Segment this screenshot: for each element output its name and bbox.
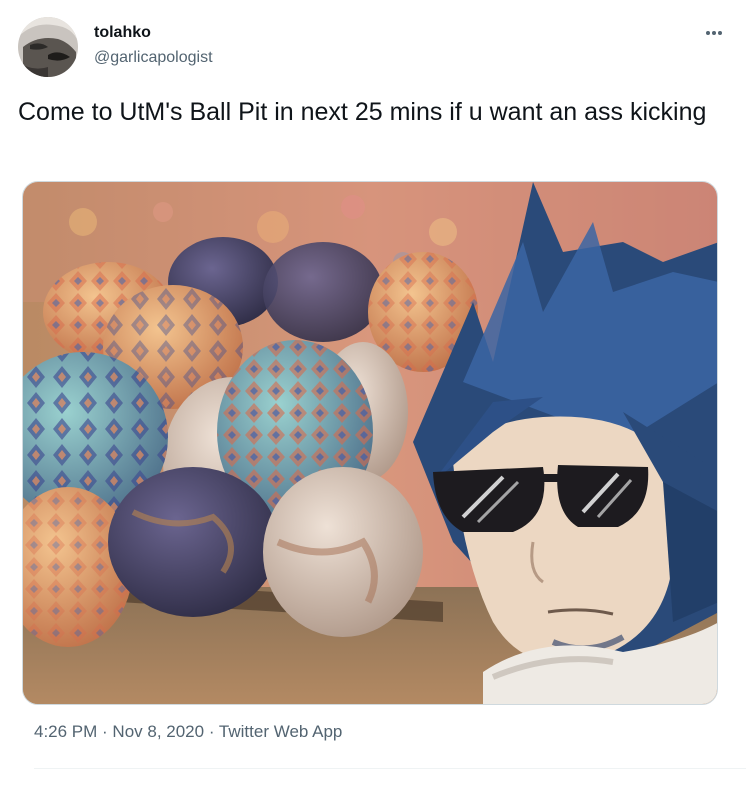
- more-options-button[interactable]: [697, 20, 731, 46]
- meta-separator: ·: [97, 722, 113, 741]
- tweet-text: Come to UtM's Ball Pit in next 25 mins i…: [18, 98, 707, 126]
- tweet-metadata: 4:26 PM · Nov 8, 2020 · Twitter Web App: [34, 722, 342, 742]
- avatar-image: [18, 17, 78, 77]
- author-display-name[interactable]: tolahko: [94, 24, 151, 42]
- illustration: [23, 182, 717, 704]
- tweet-source-link[interactable]: Twitter Web App: [219, 722, 342, 741]
- author-handle[interactable]: @garlicapologist: [94, 49, 213, 67]
- more-horizontal-icon: [706, 31, 722, 35]
- tweet-card: tolahko @garlicapologist Come to UtM's B…: [0, 0, 746, 797]
- divider: [34, 768, 746, 769]
- tweet-date-link[interactable]: Nov 8, 2020: [112, 722, 204, 741]
- tweet-media-image[interactable]: [22, 181, 718, 705]
- tweet-time-link[interactable]: 4:26 PM: [34, 722, 97, 741]
- avatar[interactable]: [18, 17, 78, 77]
- meta-separator: ·: [204, 722, 219, 741]
